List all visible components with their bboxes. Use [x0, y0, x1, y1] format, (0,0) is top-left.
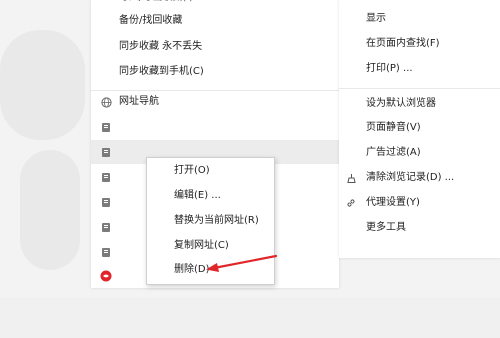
main-menu: 显示 在页面内查找(F) 打印(P) ... 设为默认浏览器 页面静音(V) 广…	[339, 0, 500, 258]
web-navigation-label: 网址导航	[119, 96, 159, 107]
link-icon	[347, 199, 355, 207]
sync-favorites-item[interactable]: 同步收藏 永不丢失	[119, 35, 202, 59]
menu-item-label: 代理设置(Y)	[366, 197, 420, 208]
context-replace-url-item[interactable]: 替换为当前网址(R)	[174, 209, 259, 233]
menu-item-set-default-browser[interactable]: 设为默认浏览器	[366, 92, 436, 116]
menu-item-display[interactable]: 显示	[366, 7, 386, 31]
context-edit-item[interactable]: 编辑(E) ...	[174, 184, 221, 208]
document-icon	[102, 248, 110, 257]
favicon-icon	[100, 270, 112, 282]
background-shape	[0, 30, 85, 140]
background-shape	[20, 150, 80, 270]
menu-item-find-in-page[interactable]: 在页面内查找(F)	[366, 32, 440, 56]
bookmark-item[interactable]	[91, 115, 339, 139]
menu-item-ad-filter[interactable]: 广告过滤(A)	[366, 141, 421, 165]
globe-icon	[101, 97, 112, 108]
menu-item-help[interactable]: 帮助	[366, 249, 386, 254]
background-shape	[0, 298, 500, 338]
document-icon	[102, 123, 110, 132]
menu-item-proxy-settings[interactable]: 代理设置(Y)	[339, 191, 500, 215]
context-open-item[interactable]: 打开(O)	[174, 159, 210, 183]
menu-item-mute-page[interactable]: 页面静音(V)	[366, 116, 421, 140]
document-icon	[102, 223, 110, 232]
backup-restore-favorites-item[interactable]: 备份/找回收藏	[119, 9, 182, 33]
web-navigation-item[interactable]: 网址导航	[91, 90, 339, 114]
sync-favorites-to-phone-item[interactable]: 同步收藏到手机(C)	[119, 60, 204, 84]
broom-icon	[347, 174, 356, 183]
document-icon	[102, 148, 110, 157]
menu-item-more-tools[interactable]: 更多工具	[366, 216, 406, 240]
menu-item-label: 清除浏览记录(D) ...	[366, 172, 455, 183]
menu-item-clear-history[interactable]: 清除浏览记录(D) ...	[339, 166, 500, 190]
document-icon	[102, 173, 110, 182]
menu-divider	[339, 88, 500, 89]
document-icon	[102, 198, 110, 207]
menu-item-print[interactable]: 打印(P) ...	[366, 57, 413, 81]
annotation-arrow	[206, 254, 278, 272]
